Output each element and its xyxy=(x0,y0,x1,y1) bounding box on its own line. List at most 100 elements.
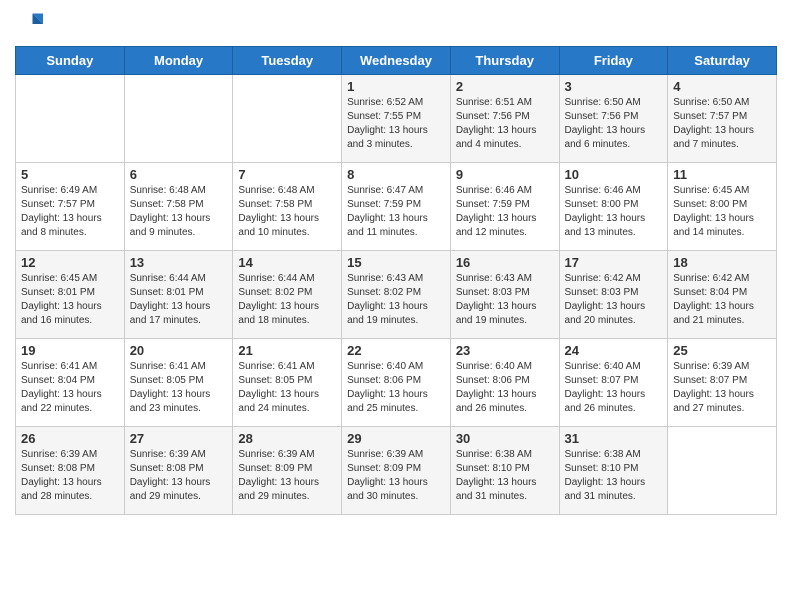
week-row-5: 26 Sunrise: 6:39 AM Sunset: 8:08 PM Dayli… xyxy=(16,427,777,515)
week-row-4: 19 Sunrise: 6:41 AM Sunset: 8:04 PM Dayli… xyxy=(16,339,777,427)
cell-info: Sunrise: 6:45 AM Sunset: 8:00 PM Dayligh… xyxy=(673,184,771,240)
cell-day-23: 23Sunrise: 6:40 AM Sunset: 8:06 PM Dayli… xyxy=(450,339,559,427)
cell-day-8: 8 Sunrise: 6:47 AM Sunset: 7:59 PM Daylig… xyxy=(342,163,451,251)
col-header-monday: Monday xyxy=(124,47,233,75)
cell-info: Sunrise: 6:42 AM Sunset: 8:04 PM Dayligh… xyxy=(673,272,771,328)
cell-info: Sunrise: 6:39 AM Sunset: 8:08 PM Dayligh… xyxy=(130,448,228,504)
cell-day-20: 20 Sunrise: 6:41 AM Sunset: 8:05 PM Dayli… xyxy=(124,339,233,427)
col-header-saturday: Saturday xyxy=(668,47,777,75)
cell-day-11: 11 Sunrise: 6:45 AM Sunset: 8:00 PM Dayli… xyxy=(668,163,777,251)
cell-info: Sunrise: 6:52 AM Sunset: 7:55 PM Dayligh… xyxy=(347,96,445,152)
day-number: 7 xyxy=(238,167,336,182)
cell-day-29: 29 Sunrise: 6:39 AM Sunset: 8:09 PM Dayli… xyxy=(342,427,451,515)
day-number: 22 xyxy=(347,343,445,358)
cell-day-2: 2 Sunrise: 6:51 AM Sunset: 7:56 PM Daylig… xyxy=(450,75,559,163)
day-number: 10 xyxy=(565,167,663,182)
cell-info: Sunrise: 6:41 AM Sunset: 8:04 PM Dayligh… xyxy=(21,360,119,416)
week-row-2: 5Sunrise: 6:49 AM Sunset: 7:57 PM Daylig… xyxy=(16,163,777,251)
cell-day-13: 13 Sunrise: 6:44 AM Sunset: 8:01 PM Dayli… xyxy=(124,251,233,339)
cell-info: Sunrise: 6:50 AM Sunset: 7:56 PM Dayligh… xyxy=(565,96,663,152)
day-number: 24 xyxy=(565,343,663,358)
cell-day-24: 24 Sunrise: 6:40 AM Sunset: 8:07 PM Dayli… xyxy=(559,339,668,427)
cell-info: Sunrise: 6:45 AM Sunset: 8:01 PM Dayligh… xyxy=(21,272,119,328)
cell-info: Sunrise: 6:46 AM Sunset: 8:00 PM Dayligh… xyxy=(565,184,663,240)
week-row-3: 12 Sunrise: 6:45 AM Sunset: 8:01 PM Dayli… xyxy=(16,251,777,339)
cell-day-19: 19 Sunrise: 6:41 AM Sunset: 8:04 PM Dayli… xyxy=(16,339,125,427)
cell-day-4: 4 Sunrise: 6:50 AM Sunset: 7:57 PM Daylig… xyxy=(668,75,777,163)
logo-icon xyxy=(15,10,43,38)
cell-day-17: 17Sunrise: 6:42 AM Sunset: 8:03 PM Dayli… xyxy=(559,251,668,339)
cell-info: Sunrise: 6:38 AM Sunset: 8:10 PM Dayligh… xyxy=(456,448,554,504)
cell-info: Sunrise: 6:40 AM Sunset: 8:06 PM Dayligh… xyxy=(347,360,445,416)
day-number: 28 xyxy=(238,431,336,446)
cell-info: Sunrise: 6:49 AM Sunset: 7:57 PM Dayligh… xyxy=(21,184,119,240)
day-number: 30 xyxy=(456,431,554,446)
cell-day-16: 16Sunrise: 6:43 AM Sunset: 8:03 PM Dayli… xyxy=(450,251,559,339)
cell-info: Sunrise: 6:43 AM Sunset: 8:02 PM Dayligh… xyxy=(347,272,445,328)
cell-day-1: 1 Sunrise: 6:52 AM Sunset: 7:55 PM Daylig… xyxy=(342,75,451,163)
cell-info: Sunrise: 6:44 AM Sunset: 8:01 PM Dayligh… xyxy=(130,272,228,328)
day-number: 1 xyxy=(347,79,445,94)
cell-day-15: 15 Sunrise: 6:43 AM Sunset: 8:02 PM Dayli… xyxy=(342,251,451,339)
col-header-wednesday: Wednesday xyxy=(342,47,451,75)
cell-info: Sunrise: 6:41 AM Sunset: 8:05 PM Dayligh… xyxy=(238,360,336,416)
day-number: 13 xyxy=(130,255,228,270)
cell-day-22: 22 Sunrise: 6:40 AM Sunset: 8:06 PM Dayli… xyxy=(342,339,451,427)
col-header-friday: Friday xyxy=(559,47,668,75)
cell-info: Sunrise: 6:39 AM Sunset: 8:07 PM Dayligh… xyxy=(673,360,771,416)
cell-day-7: 7 Sunrise: 6:48 AM Sunset: 7:58 PM Daylig… xyxy=(233,163,342,251)
day-number: 15 xyxy=(347,255,445,270)
cell-day-12: 12 Sunrise: 6:45 AM Sunset: 8:01 PM Dayli… xyxy=(16,251,125,339)
day-number: 4 xyxy=(673,79,771,94)
cell-info: Sunrise: 6:48 AM Sunset: 7:58 PM Dayligh… xyxy=(130,184,228,240)
day-number: 21 xyxy=(238,343,336,358)
cell-day-28: 28 Sunrise: 6:39 AM Sunset: 8:09 PM Dayli… xyxy=(233,427,342,515)
cell-day-25: 25 Sunrise: 6:39 AM Sunset: 8:07 PM Dayli… xyxy=(668,339,777,427)
day-number: 25 xyxy=(673,343,771,358)
cell-info: Sunrise: 6:39 AM Sunset: 8:08 PM Dayligh… xyxy=(21,448,119,504)
cell-info: Sunrise: 6:41 AM Sunset: 8:05 PM Dayligh… xyxy=(130,360,228,416)
day-number: 14 xyxy=(238,255,336,270)
cell-day-18: 18 Sunrise: 6:42 AM Sunset: 8:04 PM Dayli… xyxy=(668,251,777,339)
cell-info: Sunrise: 6:38 AM Sunset: 8:10 PM Dayligh… xyxy=(565,448,663,504)
cell-info: Sunrise: 6:39 AM Sunset: 8:09 PM Dayligh… xyxy=(238,448,336,504)
day-number: 20 xyxy=(130,343,228,358)
cell-day-30: 30 Sunrise: 6:38 AM Sunset: 8:10 PM Dayli… xyxy=(450,427,559,515)
logo xyxy=(15,10,47,38)
cell-day-3: 3 Sunrise: 6:50 AM Sunset: 7:56 PM Daylig… xyxy=(559,75,668,163)
day-number: 27 xyxy=(130,431,228,446)
day-number: 9 xyxy=(456,167,554,182)
cell-info: Sunrise: 6:51 AM Sunset: 7:56 PM Dayligh… xyxy=(456,96,554,152)
week-row-1: 1 Sunrise: 6:52 AM Sunset: 7:55 PM Daylig… xyxy=(16,75,777,163)
day-number: 3 xyxy=(565,79,663,94)
cell-info: Sunrise: 6:46 AM Sunset: 7:59 PM Dayligh… xyxy=(456,184,554,240)
page: SundayMondayTuesdayWednesdayThursdayFrid… xyxy=(0,0,792,530)
calendar-header-row: SundayMondayTuesdayWednesdayThursdayFrid… xyxy=(16,47,777,75)
cell-info: Sunrise: 6:40 AM Sunset: 8:06 PM Dayligh… xyxy=(456,360,554,416)
day-number: 6 xyxy=(130,167,228,182)
cell-info: Sunrise: 6:44 AM Sunset: 8:02 PM Dayligh… xyxy=(238,272,336,328)
cell-info: Sunrise: 6:43 AM Sunset: 8:03 PM Dayligh… xyxy=(456,272,554,328)
cell-day-6: 6 Sunrise: 6:48 AM Sunset: 7:58 PM Daylig… xyxy=(124,163,233,251)
cell-day-14: 14 Sunrise: 6:44 AM Sunset: 8:02 PM Dayli… xyxy=(233,251,342,339)
day-number: 2 xyxy=(456,79,554,94)
day-number: 11 xyxy=(673,167,771,182)
day-number: 26 xyxy=(21,431,119,446)
calendar-table: SundayMondayTuesdayWednesdayThursdayFrid… xyxy=(15,46,777,515)
cell-info: Sunrise: 6:50 AM Sunset: 7:57 PM Dayligh… xyxy=(673,96,771,152)
day-number: 12 xyxy=(21,255,119,270)
cell-info: Sunrise: 6:40 AM Sunset: 8:07 PM Dayligh… xyxy=(565,360,663,416)
cell-day-21: 21 Sunrise: 6:41 AM Sunset: 8:05 PM Dayli… xyxy=(233,339,342,427)
cell-info: Sunrise: 6:39 AM Sunset: 8:09 PM Dayligh… xyxy=(347,448,445,504)
day-number: 29 xyxy=(347,431,445,446)
col-header-tuesday: Tuesday xyxy=(233,47,342,75)
cell-info: Sunrise: 6:47 AM Sunset: 7:59 PM Dayligh… xyxy=(347,184,445,240)
cell-info: Sunrise: 6:48 AM Sunset: 7:58 PM Dayligh… xyxy=(238,184,336,240)
day-number: 8 xyxy=(347,167,445,182)
cell-info: Sunrise: 6:42 AM Sunset: 8:03 PM Dayligh… xyxy=(565,272,663,328)
cell-day-31: 31 Sunrise: 6:38 AM Sunset: 8:10 PM Dayli… xyxy=(559,427,668,515)
day-number: 19 xyxy=(21,343,119,358)
day-number: 18 xyxy=(673,255,771,270)
header xyxy=(15,10,777,38)
day-number: 31 xyxy=(565,431,663,446)
